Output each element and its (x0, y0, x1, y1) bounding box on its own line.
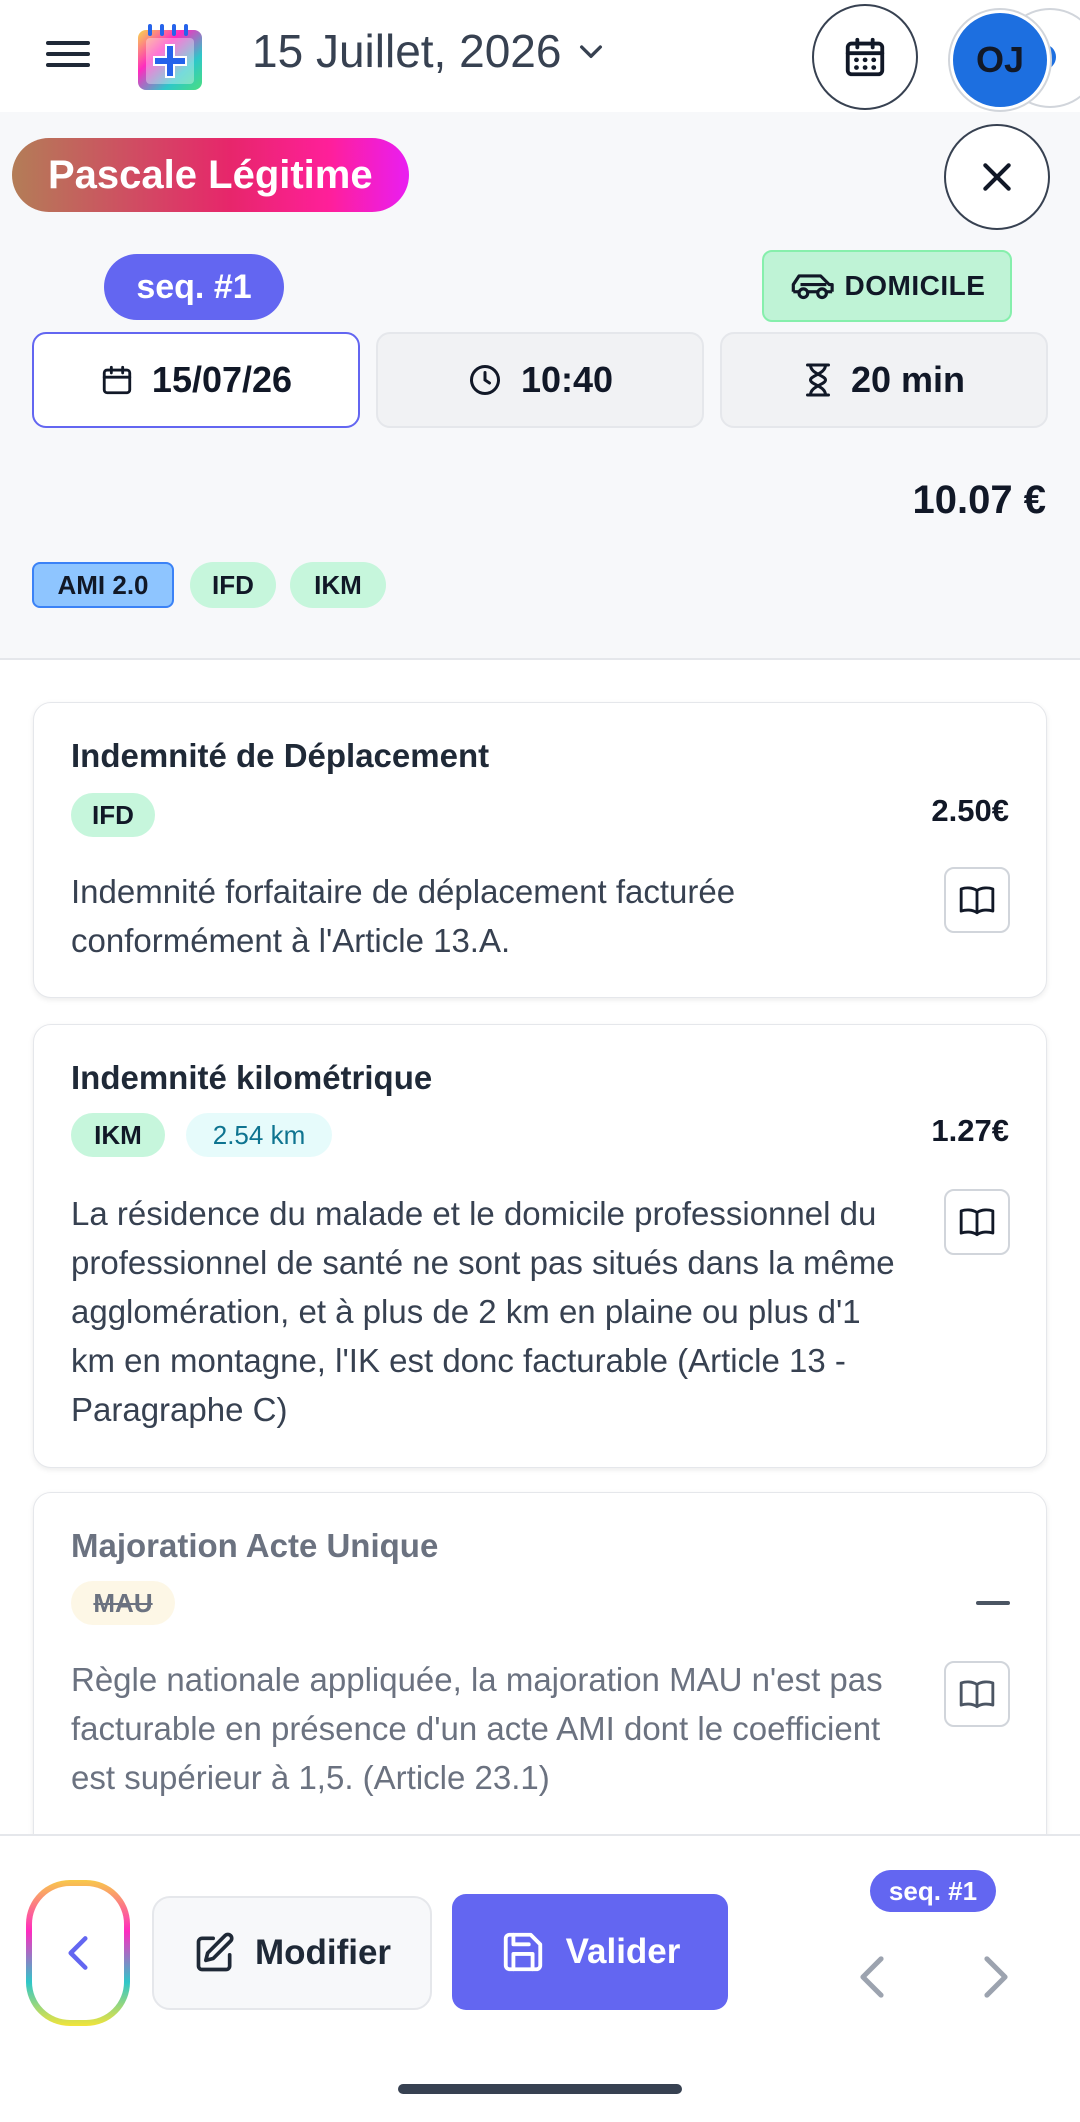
calendar-button[interactable] (812, 4, 918, 110)
visit-duration-value: 20 min (850, 359, 966, 400)
clock-icon (469, 365, 500, 395)
visit-date-value: 15/07/26 (151, 359, 293, 400)
save-icon (503, 1932, 542, 1972)
card-description: La résidence du malade et le domicile pr… (71, 1195, 895, 1428)
chevron-left-icon (860, 1956, 884, 1998)
distance-badge: 2.54 km (186, 1113, 332, 1157)
location-badge: DOMICILE (762, 250, 1012, 322)
validate-button[interactable]: Valider (452, 1894, 728, 2010)
previous-sequence-button[interactable] (852, 1952, 892, 2002)
chevron-left-icon (68, 1936, 88, 1970)
hamburger-menu-icon[interactable] (46, 34, 90, 78)
app-logo (136, 22, 204, 92)
act-tag-ami[interactable]: AMI 2.0 (32, 562, 174, 608)
visit-duration-field[interactable]: 20 min (720, 332, 1048, 428)
card-amount: 2.50€ (931, 793, 1009, 828)
billing-card-mau: Majoration Acte Unique MAU Règle nationa… (33, 1492, 1047, 1872)
calendar-icon (102, 365, 132, 395)
card-description: Indemnité forfaitaire de déplacement fac… (71, 873, 736, 959)
rule-reference-button[interactable] (944, 867, 1010, 933)
act-tag-ifd[interactable]: IFD (190, 562, 276, 608)
hourglass-icon (805, 363, 830, 397)
close-button[interactable] (944, 124, 1050, 230)
chevron-down-icon (580, 45, 603, 58)
billing-card-ikm: Indemnité kilométrique IKM 2.54 km 1.27€… (33, 1024, 1047, 1468)
validate-label: Valider (565, 1932, 681, 1971)
act-tag-ikm[interactable]: IKM (290, 562, 386, 608)
patient-name-badge[interactable]: Pascale Légitime (12, 138, 409, 212)
calendar-icon (845, 37, 885, 77)
card-title: Indemnité de Déplacement (71, 737, 490, 774)
not-billable-dash (976, 1601, 1010, 1605)
card-code-badge: MAU (71, 1581, 175, 1625)
close-icon (983, 163, 1011, 191)
date-selector[interactable]: 15 Juillet, 2026 (252, 24, 607, 78)
modify-button[interactable]: Modifier (152, 1896, 432, 2010)
card-code-badge: IFD (71, 793, 155, 837)
rule-reference-button[interactable] (944, 1189, 1010, 1255)
visit-time-field[interactable]: 10:40 (376, 332, 704, 428)
chevron-right-icon (984, 1956, 1008, 1998)
car-icon (791, 274, 834, 300)
rule-reference-button[interactable] (944, 1661, 1010, 1727)
book-icon (959, 1680, 995, 1709)
user-avatar[interactable]: OJ (950, 10, 1050, 110)
card-description: Règle nationale appliquée, la majoration… (71, 1661, 883, 1796)
book-icon (959, 886, 995, 915)
edit-icon (196, 1932, 234, 1972)
next-sequence-button[interactable] (976, 1952, 1016, 2002)
card-title: Majoration Acte Unique (71, 1527, 439, 1564)
sequence-indicator: seq. #1 (870, 1870, 996, 1912)
book-icon (959, 1208, 995, 1237)
sequence-badge: seq. #1 (104, 254, 284, 320)
card-code-badge: IKM (71, 1113, 165, 1157)
home-indicator (398, 2084, 682, 2094)
visit-time-value: 10:40 (520, 359, 614, 400)
visit-total-amount: 10.07 € (912, 478, 1046, 522)
location-label: DOMICILE (844, 270, 986, 301)
modify-label: Modifier (254, 1933, 392, 1972)
card-title: Indemnité kilométrique (71, 1059, 433, 1096)
date-title-text: 15 Juillet, 2026 (252, 25, 562, 77)
back-button[interactable] (26, 1880, 130, 2026)
card-amount: 1.27€ (931, 1113, 1009, 1148)
billing-card-ifd: Indemnité de Déplacement IFD 2.50€ Indem… (33, 702, 1047, 998)
visit-date-field[interactable]: 15/07/26 (32, 332, 360, 428)
